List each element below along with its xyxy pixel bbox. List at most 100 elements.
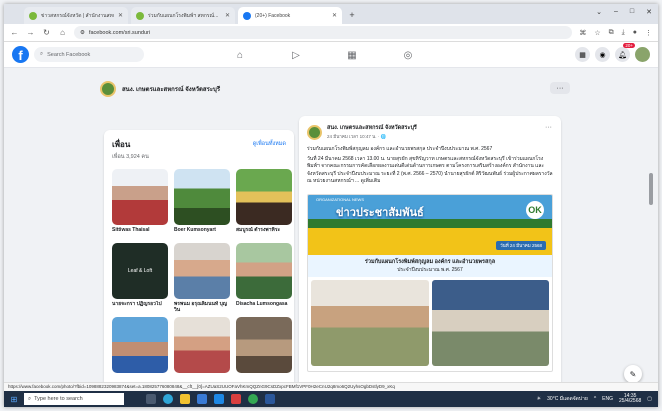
tab-2[interactable]: ร่วมกับแผนกโรงพิมพ์ฯ สหกรณ์... ✕ — [131, 7, 235, 24]
browser-menu-icon[interactable]: ⋮ — [645, 29, 652, 37]
home-icon[interactable]: ⌂ — [232, 47, 248, 63]
friend-photo[interactable]: Leaf & Loft — [112, 243, 168, 299]
search-icon: ⌕ — [28, 395, 32, 402]
friend-photo[interactable] — [112, 169, 168, 225]
facebook-search-input[interactable]: ⌕ Search Facebook — [34, 47, 144, 62]
post-card: สนง. เกษตรและสหกรณ์ จังหวัดสระบุรี 24 มี… — [299, 116, 561, 391]
page-more-button[interactable]: ··· — [550, 82, 570, 94]
friend-item[interactable]: Boer Kumsonyart — [174, 169, 230, 239]
center-nav: ⌂ ▷ ▦ ◎ — [232, 47, 416, 63]
notification-center-icon[interactable]: ▢ — [647, 396, 652, 402]
tab-3-active[interactable]: (20+) Facebook ✕ — [238, 7, 342, 24]
friend-item[interactable]: Sittiwas Thaisal — [112, 169, 168, 239]
site-info-icon[interactable]: ⚙ — [80, 30, 85, 36]
friend-item[interactable]: พรพนม อรุณลิ่มนนท์ บุญวิน — [174, 243, 230, 313]
page-scrollbar[interactable] — [648, 68, 654, 391]
gaming-icon[interactable]: ◎ — [400, 47, 416, 63]
post-image[interactable]: ORGANIZATIONAL NEWS ข่าวประชาสัมพันธ์ OK… — [307, 193, 553, 372]
post-author-avatar[interactable] — [307, 124, 322, 140]
post-date[interactable]: 24 มีนาคม เวลา 10:47 น. · 🌐 — [327, 133, 417, 140]
weather-icon[interactable]: ☀ — [537, 396, 541, 402]
page-logo[interactable] — [100, 81, 116, 97]
post-body: ร่วมกับแผนกโรงพิมพ์สกุญลม องค์กร และอำนว… — [307, 146, 553, 186]
see-all-friends-link[interactable]: ดูเพื่อนทั้งหมด — [253, 140, 286, 148]
taskbar-clock[interactable]: 14:35 25/4/2568 — [619, 393, 641, 405]
friend-photo[interactable] — [236, 243, 292, 299]
account-avatar[interactable] — [635, 47, 650, 62]
extensions-icon[interactable]: ⧉ — [609, 29, 614, 37]
tab-close-icon[interactable]: ✕ — [332, 12, 337, 19]
tab-title: (20+) Facebook — [255, 12, 291, 19]
file-explorer-icon[interactable] — [180, 394, 190, 404]
forward-button[interactable]: → — [26, 28, 35, 37]
profile-icon[interactable]: ● — [633, 29, 637, 37]
friend-photo[interactable] — [174, 243, 230, 299]
friend-item[interactable]: Leaf & Loft นายจะกรา ปฏิญรอวไป — [112, 243, 168, 313]
edge-icon[interactable] — [163, 394, 173, 404]
friend-item[interactable]: Disacha Lumsongasa — [236, 243, 292, 313]
friend-name[interactable]: สมบูรณ์ ดำรงพาหิระ — [236, 227, 292, 239]
translate-icon[interactable]: ⌘ — [579, 29, 586, 37]
tab-search-icon[interactable]: ⌄ — [596, 8, 602, 16]
tab-favicon-icon — [29, 11, 37, 20]
language-indicator[interactable]: ENG — [602, 396, 613, 402]
post-author[interactable]: สนง. เกษตรและสหกรณ์ จังหวัดสระบุรี — [327, 124, 417, 132]
marketplace-icon[interactable]: ▦ — [344, 47, 360, 63]
store-icon[interactable] — [197, 394, 207, 404]
bookmark-star-icon[interactable]: ☆ — [594, 29, 600, 37]
windows-start-icon[interactable]: ⊞ — [4, 395, 24, 404]
app-icon[interactable] — [231, 394, 241, 404]
friend-item[interactable]: สมบูรณ์ ดำรงพาหิระ — [236, 169, 292, 239]
friend-name[interactable]: นายจะกรา ปฏิญรอวไป — [112, 301, 168, 313]
friends-grid: Sittiwas Thaisal Boer Kumsonyart สมบูรณ์… — [112, 169, 292, 387]
downloads-icon[interactable]: ⤓ — [622, 29, 625, 37]
chrome-icon[interactable] — [248, 394, 258, 404]
tab-1[interactable]: ข่าวสหกรณ์จังหวัด | สำนักงานสหกรณ์... ✕ — [24, 7, 128, 24]
friends-card: เพื่อน เพื่อน 3,924 คน ดูเพื่อนทั้งหมด S… — [104, 130, 294, 391]
url-text: facebook.com/sri.sunduri — [88, 29, 151, 36]
minimize-button[interactable]: – — [614, 8, 618, 16]
tab-close-icon[interactable]: ✕ — [225, 12, 230, 19]
friend-photo[interactable] — [174, 169, 230, 225]
compose-message-button[interactable]: ✎ — [624, 365, 642, 383]
tab-title: ร่วมกับแผนกโรงพิมพ์ฯ สหกรณ์... — [148, 12, 219, 19]
friend-name[interactable]: Disacha Lumsongasa — [236, 301, 292, 313]
friend-item[interactable] — [236, 317, 292, 387]
scrollbar-thumb[interactable] — [649, 173, 653, 205]
weather-text[interactable]: 30°C มีแดดจัดบ่าย — [547, 395, 588, 403]
video-icon[interactable]: ▷ — [288, 47, 304, 63]
mail-icon[interactable] — [214, 394, 224, 404]
friend-name[interactable]: Sittiwas Thaisal — [112, 227, 168, 239]
friend-photo[interactable] — [112, 317, 168, 373]
tray-chevron-icon[interactable]: ^ — [594, 396, 596, 402]
maximize-button[interactable]: □ — [630, 8, 634, 16]
windows-taskbar: ⊞ ⌕ Type here to search ☀ 30°C มีแดดจัดบ… — [4, 391, 658, 407]
friend-item[interactable] — [112, 317, 168, 387]
menu-grid-icon[interactable]: ▦ — [575, 47, 590, 62]
task-view-icon[interactable] — [146, 394, 156, 404]
friend-item[interactable] — [174, 317, 230, 387]
back-button[interactable]: ← — [10, 28, 19, 37]
facebook-logo[interactable]: f — [12, 46, 29, 63]
messenger-icon[interactable]: ◉ — [595, 47, 610, 62]
url-field[interactable]: ⚙ facebook.com/sri.sunduri — [74, 26, 573, 39]
word-icon[interactable] — [265, 394, 275, 404]
post-menu-button[interactable]: ··· — [545, 124, 552, 131]
search-icon: ⌕ — [40, 51, 44, 57]
friend-photo[interactable] — [236, 317, 292, 373]
friend-name[interactable]: Boer Kumsonyart — [174, 227, 230, 239]
tab-favicon-icon — [136, 11, 144, 20]
close-window-button[interactable]: ✕ — [646, 8, 652, 16]
reload-button[interactable]: ↻ — [42, 28, 51, 37]
taskbar-search-input[interactable]: ⌕ Type here to search — [24, 393, 124, 405]
friend-photo[interactable] — [174, 317, 230, 373]
banner-caption: ร่วมกับแผนกโรงพิมพ์สกุญลม องค์กร และอำนว… — [308, 254, 552, 277]
friend-photo[interactable] — [236, 169, 292, 225]
friend-name[interactable]: พรพนม อรุณลิ่มนนท์ บุญวิน — [174, 301, 230, 313]
home-button[interactable]: ⌂ — [58, 28, 67, 37]
tab-close-icon[interactable]: ✕ — [118, 12, 123, 19]
page-name[interactable]: สนง. เกษตรและสหกรณ์ จังหวัดสระบุรี — [122, 84, 220, 94]
system-tray: ☀ 30°C มีแดดจัดบ่าย ^ ENG 14:35 25/4/256… — [537, 393, 658, 405]
new-tab-button[interactable]: + — [345, 8, 359, 22]
notifications-icon[interactable]: 🔔︎ 20+ — [615, 43, 635, 62]
